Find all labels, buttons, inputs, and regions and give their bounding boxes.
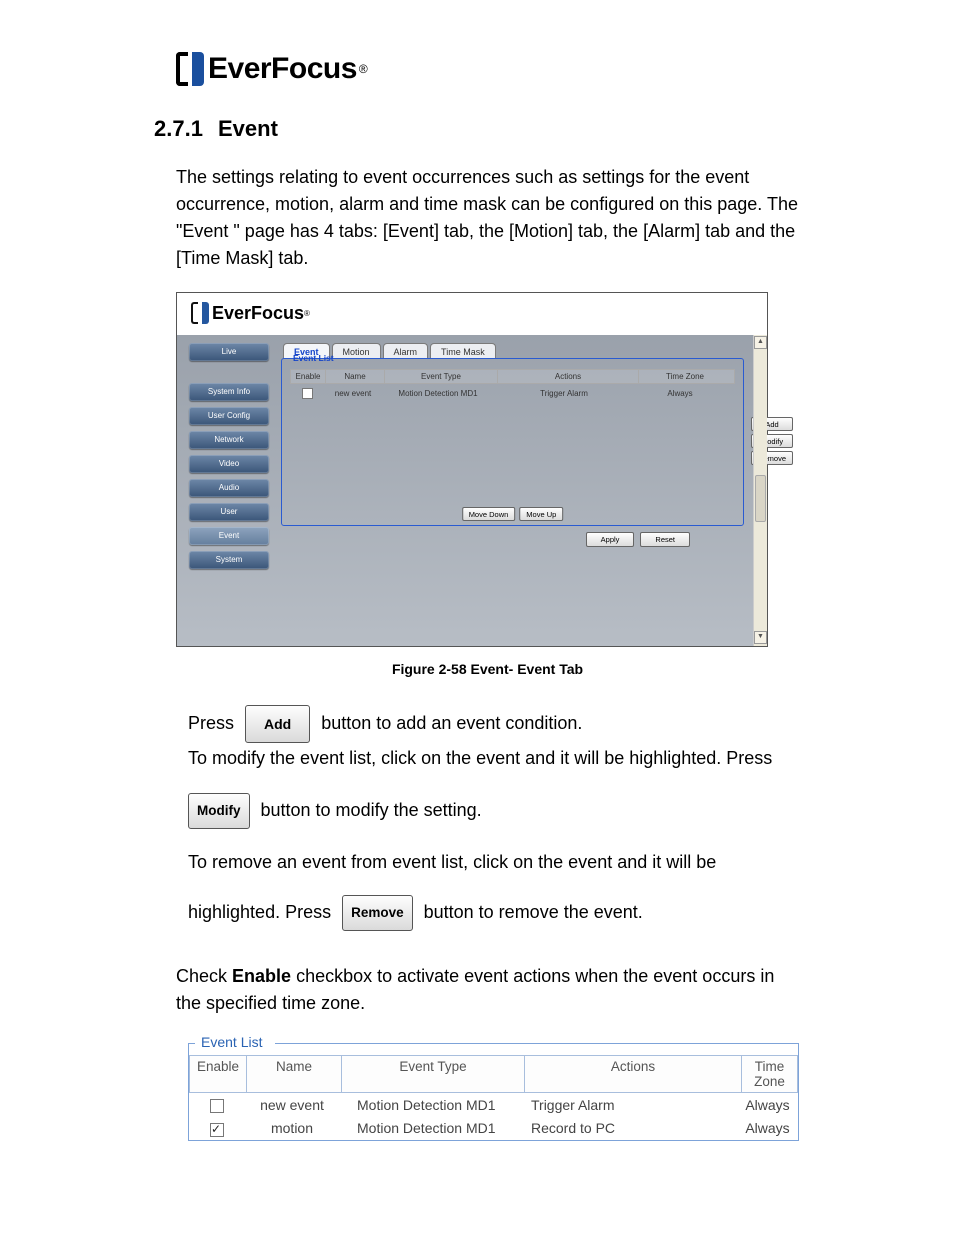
sidebar-item-network[interactable]: Network [189, 431, 269, 449]
col-name: Name [326, 370, 385, 383]
remove-button-inline: Remove [342, 895, 413, 931]
section-number: 2.7.1 [154, 116, 218, 142]
row-event-type: Motion Detection MD1 [382, 387, 494, 400]
event-list-panel: Event List Enable Name Event Type Action… [281, 358, 744, 526]
registered-mark: ® [304, 309, 310, 318]
text: To modify the event list, click on the e… [188, 748, 772, 768]
col-time-zone: Time Zone [741, 1055, 798, 1093]
event-list-legend: Event List [197, 1034, 266, 1050]
col-time-zone: Time Zone [639, 370, 731, 383]
event-list-example: Event List Enable Name Event Type Action… [188, 1043, 799, 1141]
move-down-button[interactable]: Move Down [462, 507, 516, 521]
row-event-type: Motion Detection MD1 [339, 1120, 521, 1136]
registered-mark: ® [359, 62, 368, 76]
row-name: new event [245, 1097, 339, 1113]
figure-caption: Figure 2-58 Event- Event Tab [176, 661, 799, 677]
sidebar-item-audio[interactable]: Audio [189, 479, 269, 497]
add-button-inline: Add [245, 705, 310, 743]
apply-button[interactable]: Apply [586, 532, 635, 547]
section-heading: 2.7.1Event [154, 116, 799, 142]
figure-tabs: Event Motion Alarm Time Mask [283, 343, 744, 359]
everfocus-icon [191, 301, 209, 325]
text: highlighted. Press [188, 902, 336, 922]
event-table-header: Enable Name Event Type Actions Time Zone [290, 369, 735, 384]
col-event-type: Event Type [341, 1055, 524, 1093]
event-row[interactable]: new event Motion Detection MD1 Trigger A… [290, 386, 735, 401]
move-up-button[interactable]: Move Up [519, 507, 563, 521]
row-time-zone: Always [737, 1097, 798, 1113]
everfocus-icon [176, 50, 204, 88]
enable-checkbox[interactable] [302, 388, 313, 399]
figure-sidebar: Live System Info User Config Network Vid… [189, 343, 269, 638]
event-list2-header: Enable Name Event Type Actions Time Zone [189, 1055, 798, 1093]
sidebar-item-user[interactable]: User [189, 503, 269, 521]
scroll-thumb[interactable] [755, 475, 766, 522]
section-title: Event [218, 116, 278, 141]
modify-instruction: Modify button to modify the setting. [188, 793, 799, 829]
event-list2-row[interactable]: motion Motion Detection MD1 Record to PC… [189, 1116, 798, 1139]
row-actions: Trigger Alarm [521, 1097, 737, 1113]
figure-brand-name: EverFocus [212, 303, 304, 324]
sidebar-item-user-config[interactable]: User Config [189, 407, 269, 425]
tab-time-mask[interactable]: Time Mask [430, 343, 496, 359]
text: button to modify the setting. [256, 800, 482, 820]
row-time-zone: Always [634, 387, 726, 400]
enable-instruction: Check Enable checkbox to activate event … [176, 963, 799, 1017]
figure-brand-logo: EverFocus® [191, 301, 310, 325]
col-enable: Enable [291, 370, 326, 383]
text: Press [188, 713, 239, 733]
col-actions: Actions [524, 1055, 741, 1093]
tab-motion[interactable]: Motion [332, 343, 381, 359]
col-actions: Actions [498, 370, 639, 383]
brand-name: EverFocus [208, 52, 357, 86]
scroll-down-icon[interactable]: ▼ [754, 631, 767, 644]
sidebar-item-system[interactable]: System [189, 551, 269, 569]
enable-checkbox[interactable] [210, 1123, 224, 1137]
event-list2-row[interactable]: new event Motion Detection MD1 Trigger A… [189, 1093, 798, 1116]
remove-instruction: To remove an event from event list, clic… [188, 847, 799, 877]
sidebar-item-live[interactable]: Live [189, 343, 269, 361]
panel-title: Event List [290, 353, 337, 363]
tab-alarm[interactable]: Alarm [383, 343, 429, 359]
row-event-type: Motion Detection MD1 [339, 1097, 521, 1113]
figure-event-tab: EverFocus® Live System Info User Config … [176, 292, 768, 647]
reset-button[interactable]: Reset [640, 532, 690, 547]
enable-keyword: Enable [232, 966, 291, 986]
brand-logo: EverFocus® [176, 50, 799, 88]
row-name: new event [324, 387, 382, 400]
row-actions: Trigger Alarm [494, 387, 634, 400]
text: button to remove the event. [419, 902, 643, 922]
text: Check [176, 966, 232, 986]
sidebar-item-event[interactable]: Event [189, 527, 269, 545]
scroll-up-icon[interactable]: ▲ [754, 336, 767, 349]
sidebar-item-video[interactable]: Video [189, 455, 269, 473]
text: button to add an event condition. [316, 713, 582, 733]
col-event-type: Event Type [385, 370, 498, 383]
add-instruction: Press Add button to add an event conditi… [188, 705, 799, 773]
col-name: Name [246, 1055, 341, 1093]
modify-button-inline: Modify [188, 793, 250, 829]
col-enable: Enable [189, 1055, 246, 1093]
text: To remove an event from event list, clic… [188, 852, 716, 872]
remove-instruction-2: highlighted. Press Remove button to remo… [188, 895, 799, 931]
row-actions: Record to PC [521, 1120, 737, 1136]
row-name: motion [245, 1120, 339, 1136]
sidebar-item-system-info[interactable]: System Info [189, 383, 269, 401]
intro-paragraph: The settings relating to event occurrenc… [176, 164, 799, 272]
row-time-zone: Always [737, 1120, 798, 1136]
enable-checkbox[interactable] [210, 1099, 224, 1113]
figure-scrollbar[interactable]: ▲ ▼ [753, 335, 767, 646]
